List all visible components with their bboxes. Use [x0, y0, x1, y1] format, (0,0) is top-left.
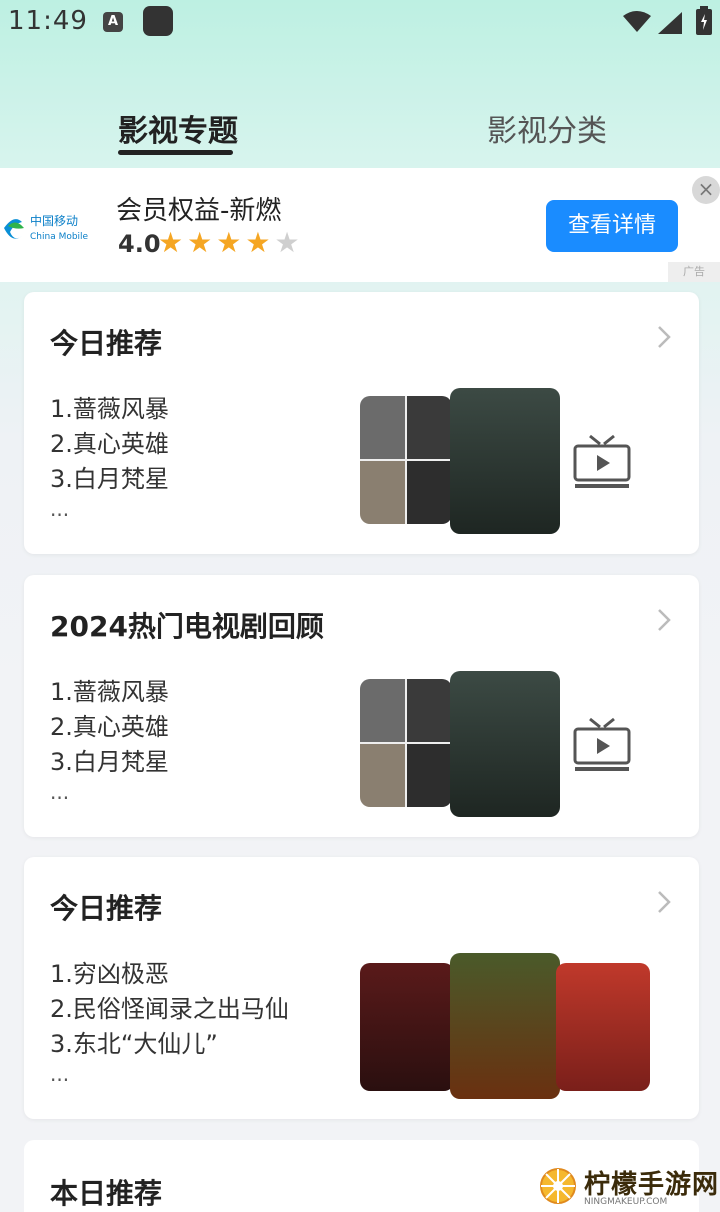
tv-play-icon	[573, 434, 631, 488]
chevron-right-icon[interactable]	[656, 889, 672, 915]
battery-icon	[696, 6, 712, 35]
card-list: 1.蔷薇风暴 2.真心英雄 3.白月梵星 ...	[50, 392, 169, 532]
list-item[interactable]: 3.东北“大仙儿”	[50, 1027, 289, 1062]
poster-thumbnail[interactable]	[450, 671, 560, 817]
lemon-logo-icon	[540, 1168, 576, 1204]
star-icon: ★	[245, 226, 275, 259]
list-more: ...	[50, 1062, 70, 1086]
ad-close-icon[interactable]: ×	[692, 176, 720, 204]
list-item[interactable]: 1.蔷薇风暴	[50, 392, 169, 427]
wifi-icon	[623, 11, 651, 32]
poster-thumbnail[interactable]	[360, 679, 452, 807]
brand-name-cn: 中国移动	[30, 213, 78, 228]
tab-topics[interactable]: 影视专题	[118, 106, 238, 150]
list-item[interactable]: 1.穷凶极恶	[50, 957, 289, 992]
tab-bar: 影视专题 影视分类	[0, 100, 720, 160]
card-title: 今日推荐	[50, 892, 163, 925]
china-mobile-logo: 中国移动 China Mobile	[4, 213, 89, 242]
status-bar: 11:49 A	[0, 0, 720, 44]
app-notification-icon: A	[103, 12, 123, 32]
list-item[interactable]: 2.真心英雄	[50, 710, 169, 745]
ad-label: 广告	[668, 262, 720, 282]
card-title: 今日推荐	[50, 327, 163, 360]
tab-categories[interactable]: 影视分类	[487, 106, 607, 150]
ad-rating-value: 4.0	[118, 230, 161, 258]
status-time: 11:49	[8, 6, 88, 36]
topic-card[interactable]: 今日推荐 1.穷凶极恶 2.民俗怪闻录之出马仙 3.东北“大仙儿” ...	[24, 857, 699, 1119]
topic-card[interactable]: 今日推荐 1.蔷薇风暴 2.真心英雄 3.白月梵星 ...	[24, 292, 699, 554]
ad-title: 会员权益-新燃	[116, 196, 282, 226]
signal-icon	[658, 12, 682, 34]
star-empty-icon: ★	[274, 226, 304, 259]
site-watermark: 柠檬手游网 NINGMAKEUP.COM	[536, 1162, 720, 1212]
poster-thumbnail[interactable]	[556, 963, 650, 1091]
star-icon: ★	[187, 226, 217, 259]
card-list: 1.蔷薇风暴 2.真心英雄 3.白月梵星 ...	[50, 675, 169, 815]
list-item[interactable]: 1.蔷薇风暴	[50, 675, 169, 710]
list-item[interactable]: 3.白月梵星	[50, 745, 169, 780]
list-more: ...	[50, 780, 70, 804]
star-icon: ★	[158, 226, 188, 259]
card-title: 2024热门电视剧回顾	[50, 610, 324, 643]
tv-play-icon	[573, 717, 631, 771]
ad-banner[interactable]: 中国移动 China Mobile 会员权益-新燃 4.0 ★★★★★ 查看详情…	[0, 168, 720, 282]
list-more: ...	[50, 497, 70, 521]
poster-thumbnail[interactable]	[360, 396, 452, 524]
chevron-right-icon[interactable]	[656, 324, 672, 350]
card-list: 1.穷凶极恶 2.民俗怪闻录之出马仙 3.东北“大仙儿” ...	[50, 957, 289, 1097]
list-item[interactable]: 2.民俗怪闻录之出马仙	[50, 992, 289, 1027]
poster-thumbnail[interactable]	[450, 388, 560, 534]
ad-rating-stars: ★★★★★	[158, 226, 304, 259]
brand-name-en: China Mobile	[30, 232, 89, 242]
chevron-right-icon[interactable]	[656, 607, 672, 633]
watermark-text: 柠檬手游网	[584, 1170, 720, 1200]
poster-thumbnail[interactable]	[450, 953, 560, 1099]
list-item[interactable]: 3.白月梵星	[50, 462, 169, 497]
list-item[interactable]: 2.真心英雄	[50, 427, 169, 462]
card-title: 本日推荐	[50, 1177, 163, 1210]
active-tab-indicator	[118, 150, 233, 155]
app-notification-square-icon	[143, 6, 173, 36]
star-icon: ★	[216, 226, 246, 259]
poster-thumbnail[interactable]	[360, 963, 454, 1091]
topic-card[interactable]: 2024热门电视剧回顾 1.蔷薇风暴 2.真心英雄 3.白月梵星 ...	[24, 575, 699, 837]
view-details-button[interactable]: 查看详情	[546, 200, 678, 252]
watermark-subtext: NINGMAKEUP.COM	[584, 1197, 668, 1207]
